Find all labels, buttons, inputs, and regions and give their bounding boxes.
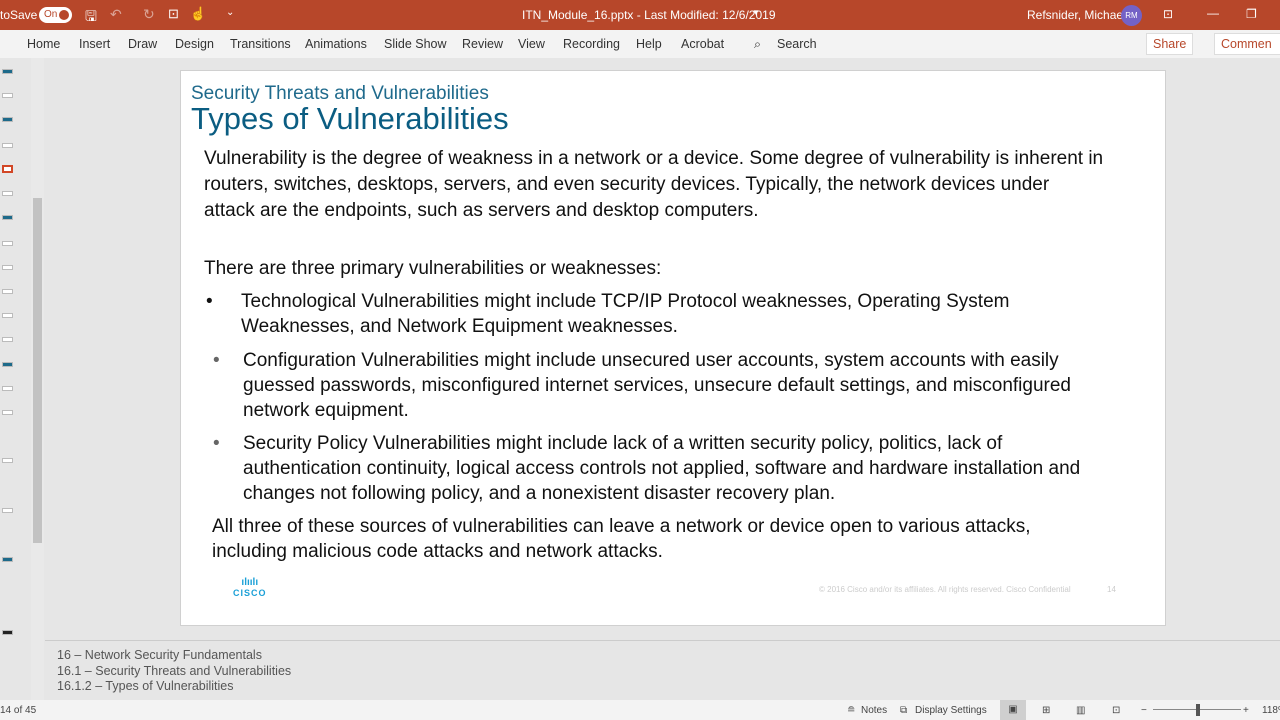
thumbnail[interactable]	[2, 362, 13, 367]
search-icon: ⌕	[754, 37, 762, 51]
slide-footer: © 2016 Cisco and/or its affiliates. All …	[819, 585, 1071, 594]
lead-text: There are three primary vulnerabilities …	[204, 258, 662, 279]
comments-button[interactable]: Commen	[1214, 33, 1280, 55]
touch-mode-icon[interactable]: ☝	[190, 6, 206, 22]
minimize-icon[interactable]: —	[1207, 6, 1219, 20]
tab-animations[interactable]: Animations	[305, 37, 367, 51]
ribbon-display-icon[interactable]: ⊡	[1163, 7, 1173, 21]
zoom-slider-thumb[interactable]	[1196, 704, 1200, 716]
bullet-text: Configuration Vulnerabilities might incl…	[243, 350, 1071, 421]
slide-title: Types of Vulnerabilities	[191, 101, 509, 136]
thumbnail[interactable]	[2, 337, 13, 342]
thumbnail[interactable]	[2, 630, 13, 635]
display-settings-button[interactable]: Display Settings	[915, 705, 987, 716]
tab-slide-show[interactable]: Slide Show	[384, 37, 447, 51]
undo-icon[interactable]: ↶	[110, 6, 122, 23]
bullet-item: • Configuration Vulnerabilities might inc…	[213, 348, 1093, 423]
tab-insert[interactable]: Insert	[79, 37, 110, 51]
notes-line: 16 – Network Security Fundamentals	[57, 648, 262, 662]
redo-icon[interactable]: ↻	[143, 6, 155, 23]
thumbnail[interactable]	[2, 289, 13, 294]
zoom-in-icon[interactable]: +	[1243, 705, 1249, 716]
display-settings-icon[interactable]: ⧉	[900, 705, 907, 716]
thumbnail[interactable]	[2, 93, 13, 98]
thumbnail-scrollbar[interactable]	[31, 58, 44, 700]
slide-number: 14	[1107, 585, 1116, 594]
avatar[interactable]: RM	[1121, 5, 1142, 26]
thumbnail[interactable]	[2, 265, 13, 270]
save-icon[interactable]: 🖫	[85, 6, 97, 30]
bullet-icon: •	[213, 433, 220, 454]
share-button[interactable]: Share	[1146, 33, 1194, 55]
status-bar: 14 of 45 ≘ Notes ⧉ Display Settings ▣ ⊞ …	[0, 700, 1280, 720]
bullet-item: • Technological Vulnerabilities might inc…	[206, 289, 1071, 339]
notes-icon[interactable]: ≘	[847, 705, 855, 716]
tab-view[interactable]: View	[518, 37, 545, 51]
tab-design[interactable]: Design	[175, 37, 214, 51]
restore-icon[interactable]: ❐	[1246, 7, 1257, 21]
comments-label: Commen	[1221, 37, 1272, 51]
scroll-thumb[interactable]	[33, 198, 42, 543]
bullet-icon: •	[206, 291, 213, 312]
bullet-item: • Security Policy Vulnerabilities might i…	[213, 431, 1103, 506]
tab-recording[interactable]: Recording	[563, 37, 620, 51]
search-box[interactable]: Search	[777, 37, 817, 51]
slide-counter: 14 of 45	[0, 705, 37, 716]
tab-home[interactable]: Home	[27, 37, 60, 51]
tab-acrobat[interactable]: Acrobat	[681, 37, 724, 51]
autosave-toggle[interactable]: On	[39, 7, 72, 23]
tab-review[interactable]: Review	[462, 37, 503, 51]
thumbnail[interactable]	[2, 241, 13, 246]
notes-pane[interactable]: 16 – Network Security Fundamentals 16.1 …	[45, 640, 1280, 700]
slideshow-icon[interactable]: ⊡	[1112, 705, 1120, 716]
thumbnail[interactable]	[2, 191, 13, 196]
thumbnail[interactable]	[2, 410, 13, 415]
bullet-icon: •	[213, 350, 220, 371]
cisco-logo: ılıılı CISCO	[233, 577, 267, 598]
thumbnail[interactable]	[2, 508, 13, 513]
notes-line: 16.1 – Security Threats and Vulnerabilit…	[57, 663, 292, 678]
notes-button[interactable]: Notes	[861, 705, 887, 716]
intro-text: Vulnerability is the degree of weakness …	[204, 148, 1104, 221]
slide-canvas[interactable]: Security Threats and Vulnerabilities Typ…	[180, 70, 1166, 626]
thumbnail[interactable]	[2, 386, 13, 391]
tab-draw[interactable]: Draw	[128, 37, 157, 51]
share-label: Share	[1153, 37, 1187, 51]
title-bar: toSave On 🖫 ↶ ↻ ⊡ ☝ ⌄ ITN_Module_16.pptx…	[0, 0, 1280, 30]
thumbnail[interactable]	[2, 143, 13, 148]
thumbnail[interactable]	[2, 557, 13, 562]
bullet-text: Security Policy Vulnerabilities might in…	[243, 433, 1081, 504]
reading-view-icon[interactable]: ▥	[1076, 705, 1085, 716]
notes-line: 16.1.2 – Types of Vulnerabilities	[57, 679, 234, 693]
thumbnail[interactable]	[2, 458, 13, 463]
thumbnail[interactable]	[2, 117, 13, 122]
bullet-text: Technological Vulnerabilities might incl…	[241, 291, 1010, 337]
normal-view-icon[interactable]: ▣	[1000, 700, 1026, 720]
slide-sorter-icon[interactable]: ⊞	[1042, 705, 1050, 716]
thumbnail-selected[interactable]	[2, 165, 13, 173]
tab-help[interactable]: Help	[636, 37, 662, 51]
file-name[interactable]: ITN_Module_16.pptx - Last Modified: 12/6…	[522, 8, 776, 22]
user-name[interactable]: Refsnider, Michael	[1027, 8, 1126, 22]
present-icon[interactable]: ⊡	[168, 6, 179, 22]
thumbnail[interactable]	[2, 215, 13, 220]
chevron-down-icon[interactable]: ▼	[752, 8, 760, 17]
zoom-out-icon[interactable]: −	[1141, 705, 1147, 716]
ribbon: Home Insert Draw Design Transitions Anim…	[0, 30, 1280, 58]
zoom-level[interactable]: 118%	[1262, 705, 1280, 716]
customize-icon[interactable]: ⌄	[226, 7, 234, 18]
autosave-label: toSave	[0, 8, 38, 22]
closing-text: All three of these sources of vulnerabil…	[212, 516, 1031, 562]
thumbnail[interactable]	[2, 69, 13, 74]
thumbnail[interactable]	[2, 313, 13, 318]
tab-transitions[interactable]: Transitions	[230, 37, 291, 51]
